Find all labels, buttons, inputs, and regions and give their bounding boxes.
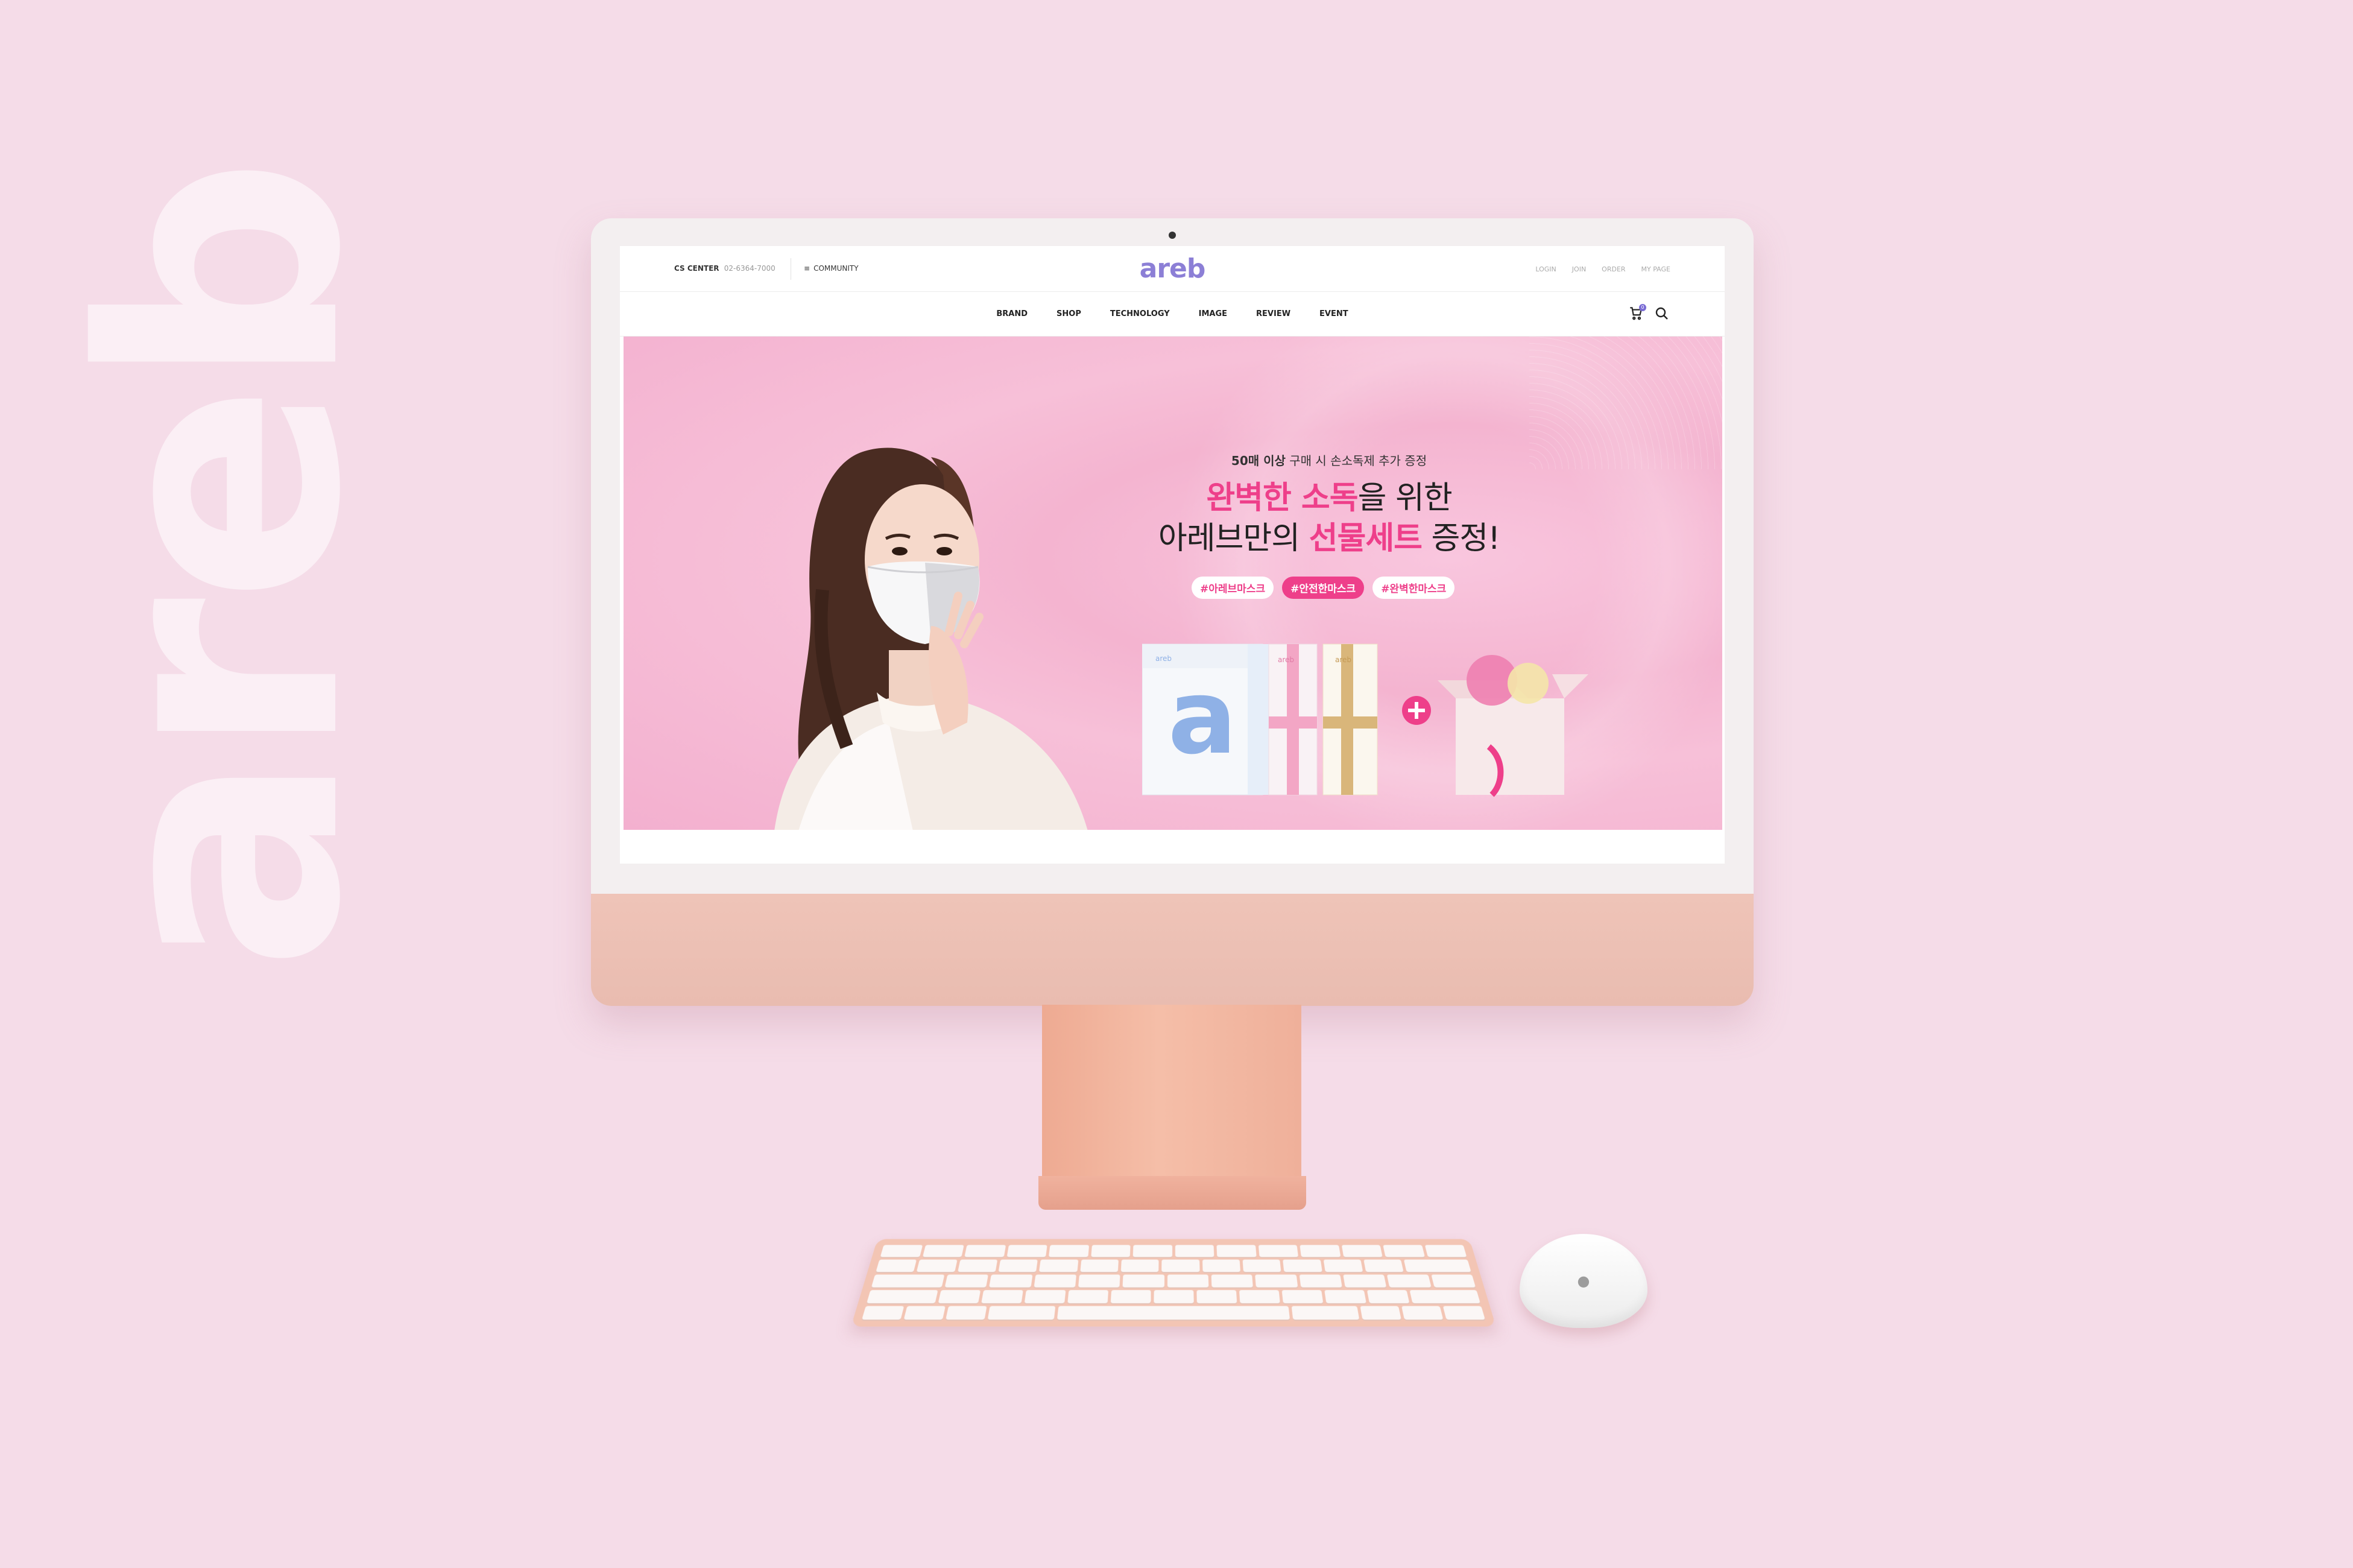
nav-review[interactable]: REVIEW (1256, 309, 1290, 318)
main-nav: BRAND SHOP TECHNOLOGY IMAGE REVIEW EVENT… (620, 292, 1725, 337)
join-link[interactable]: JOIN (1572, 265, 1586, 273)
community-link[interactable]: ≡ COMMUNITY (804, 264, 859, 273)
headline2-start: 아레브만의 (1158, 520, 1309, 557)
order-link[interactable]: ORDER (1602, 265, 1625, 273)
nav-technology[interactable]: TECHNOLOGY (1110, 309, 1170, 318)
model-with-mask-image (774, 447, 1088, 830)
areb-watermark-logo: areb (34, 96, 412, 1037)
headline1-highlight: 완벽한 소독 (1206, 480, 1358, 516)
community-label: COMMUNITY (813, 264, 859, 273)
content-area-below-banner (620, 830, 1725, 864)
hero-headline-line2: 아레브만의 선물세트 증정! (1142, 513, 1516, 558)
camera-dot (1169, 232, 1176, 239)
svg-text:a: a (1168, 658, 1237, 777)
promo-bold: 50매 이상 (1231, 454, 1286, 468)
hashtag-perfect-mask[interactable]: #완벽한마스크 (1372, 577, 1455, 599)
headline2-end: 증정! (1422, 520, 1501, 557)
hashtag-areb-mask[interactable]: #아레브마스크 (1192, 577, 1274, 599)
menu-icon: ≡ (804, 264, 810, 273)
nav-image[interactable]: IMAGE (1199, 309, 1227, 318)
mask-box-gold: areb (1322, 643, 1378, 795)
top-bar: CS CENTER 02-6364-7000 ≡ COMMUNITY areb L… (620, 246, 1725, 292)
headline1-rest: 을 위한 (1357, 480, 1453, 516)
promo-subtitle: 50매 이상 구매 시 손소독제 추가 증정 (1227, 451, 1432, 469)
top-links: LOGIN JOIN ORDER MY PAGE (1535, 265, 1670, 273)
nav-items: BRAND SHOP TECHNOLOGY IMAGE REVIEW EVENT (620, 309, 1725, 318)
imac-monitor: CS CENTER 02-6364-7000 ≡ COMMUNITY areb L… (591, 218, 1754, 1006)
cs-phone[interactable]: 02-6364-7000 (724, 264, 775, 273)
watermark-text: areb (34, 162, 412, 972)
mask-box-pink: areb (1268, 643, 1318, 795)
hashtag-list: #아레브마스크 #안전한마스크 #완벽한마스크 (1192, 577, 1455, 599)
site-logo[interactable]: areb (1140, 253, 1206, 284)
hero-banner[interactable]: 50매 이상 구매 시 손소독제 추가 증정 완벽한 소독을 위한 아레브만의 … (624, 337, 1722, 830)
product-brand-3: areb (1335, 656, 1351, 664)
gift-box (1438, 655, 1588, 797)
monitor-stand-base (1038, 1176, 1306, 1210)
cs-center: CS CENTER 02-6364-7000 (674, 264, 775, 273)
hashtag-safe-mask[interactable]: #안전한마스크 (1282, 577, 1365, 599)
login-link[interactable]: LOGIN (1535, 265, 1556, 273)
headline2-highlight: 선물세트 (1309, 520, 1423, 557)
nav-icons: 0 (1628, 304, 1669, 322)
cart-count-badge: 0 (1639, 304, 1646, 311)
apple-logo-icon: ● (1577, 1272, 1590, 1289)
search-icon[interactable] (1655, 306, 1669, 321)
cs-center-label: CS CENTER (674, 264, 719, 273)
monitor-chin (591, 894, 1754, 1006)
hero-headline-line1: 완벽한 소독을 위한 (1142, 472, 1516, 517)
nav-shop[interactable]: SHOP (1056, 309, 1081, 318)
keyboard (851, 1239, 1496, 1327)
nav-brand[interactable]: BRAND (996, 309, 1028, 318)
promo-rest: 구매 시 손소독제 추가 증정 (1285, 454, 1427, 468)
product-brand-2: areb (1278, 656, 1294, 664)
product-brand-1: areb (1155, 654, 1172, 663)
nav-event[interactable]: EVENT (1319, 309, 1348, 318)
gift-set-products-image: a areb areb areb (1142, 643, 1588, 797)
decorative-rings (1529, 337, 1722, 469)
mouse: ● (1520, 1234, 1647, 1328)
plus-icon (1402, 696, 1431, 725)
monitor-stand (1042, 1005, 1301, 1180)
website-screen: CS CENTER 02-6364-7000 ≡ COMMUNITY areb L… (620, 246, 1725, 864)
mypage-link[interactable]: MY PAGE (1641, 265, 1670, 273)
cart-button[interactable]: 0 (1628, 304, 1646, 322)
mask-box-blue: a areb (1142, 643, 1269, 795)
